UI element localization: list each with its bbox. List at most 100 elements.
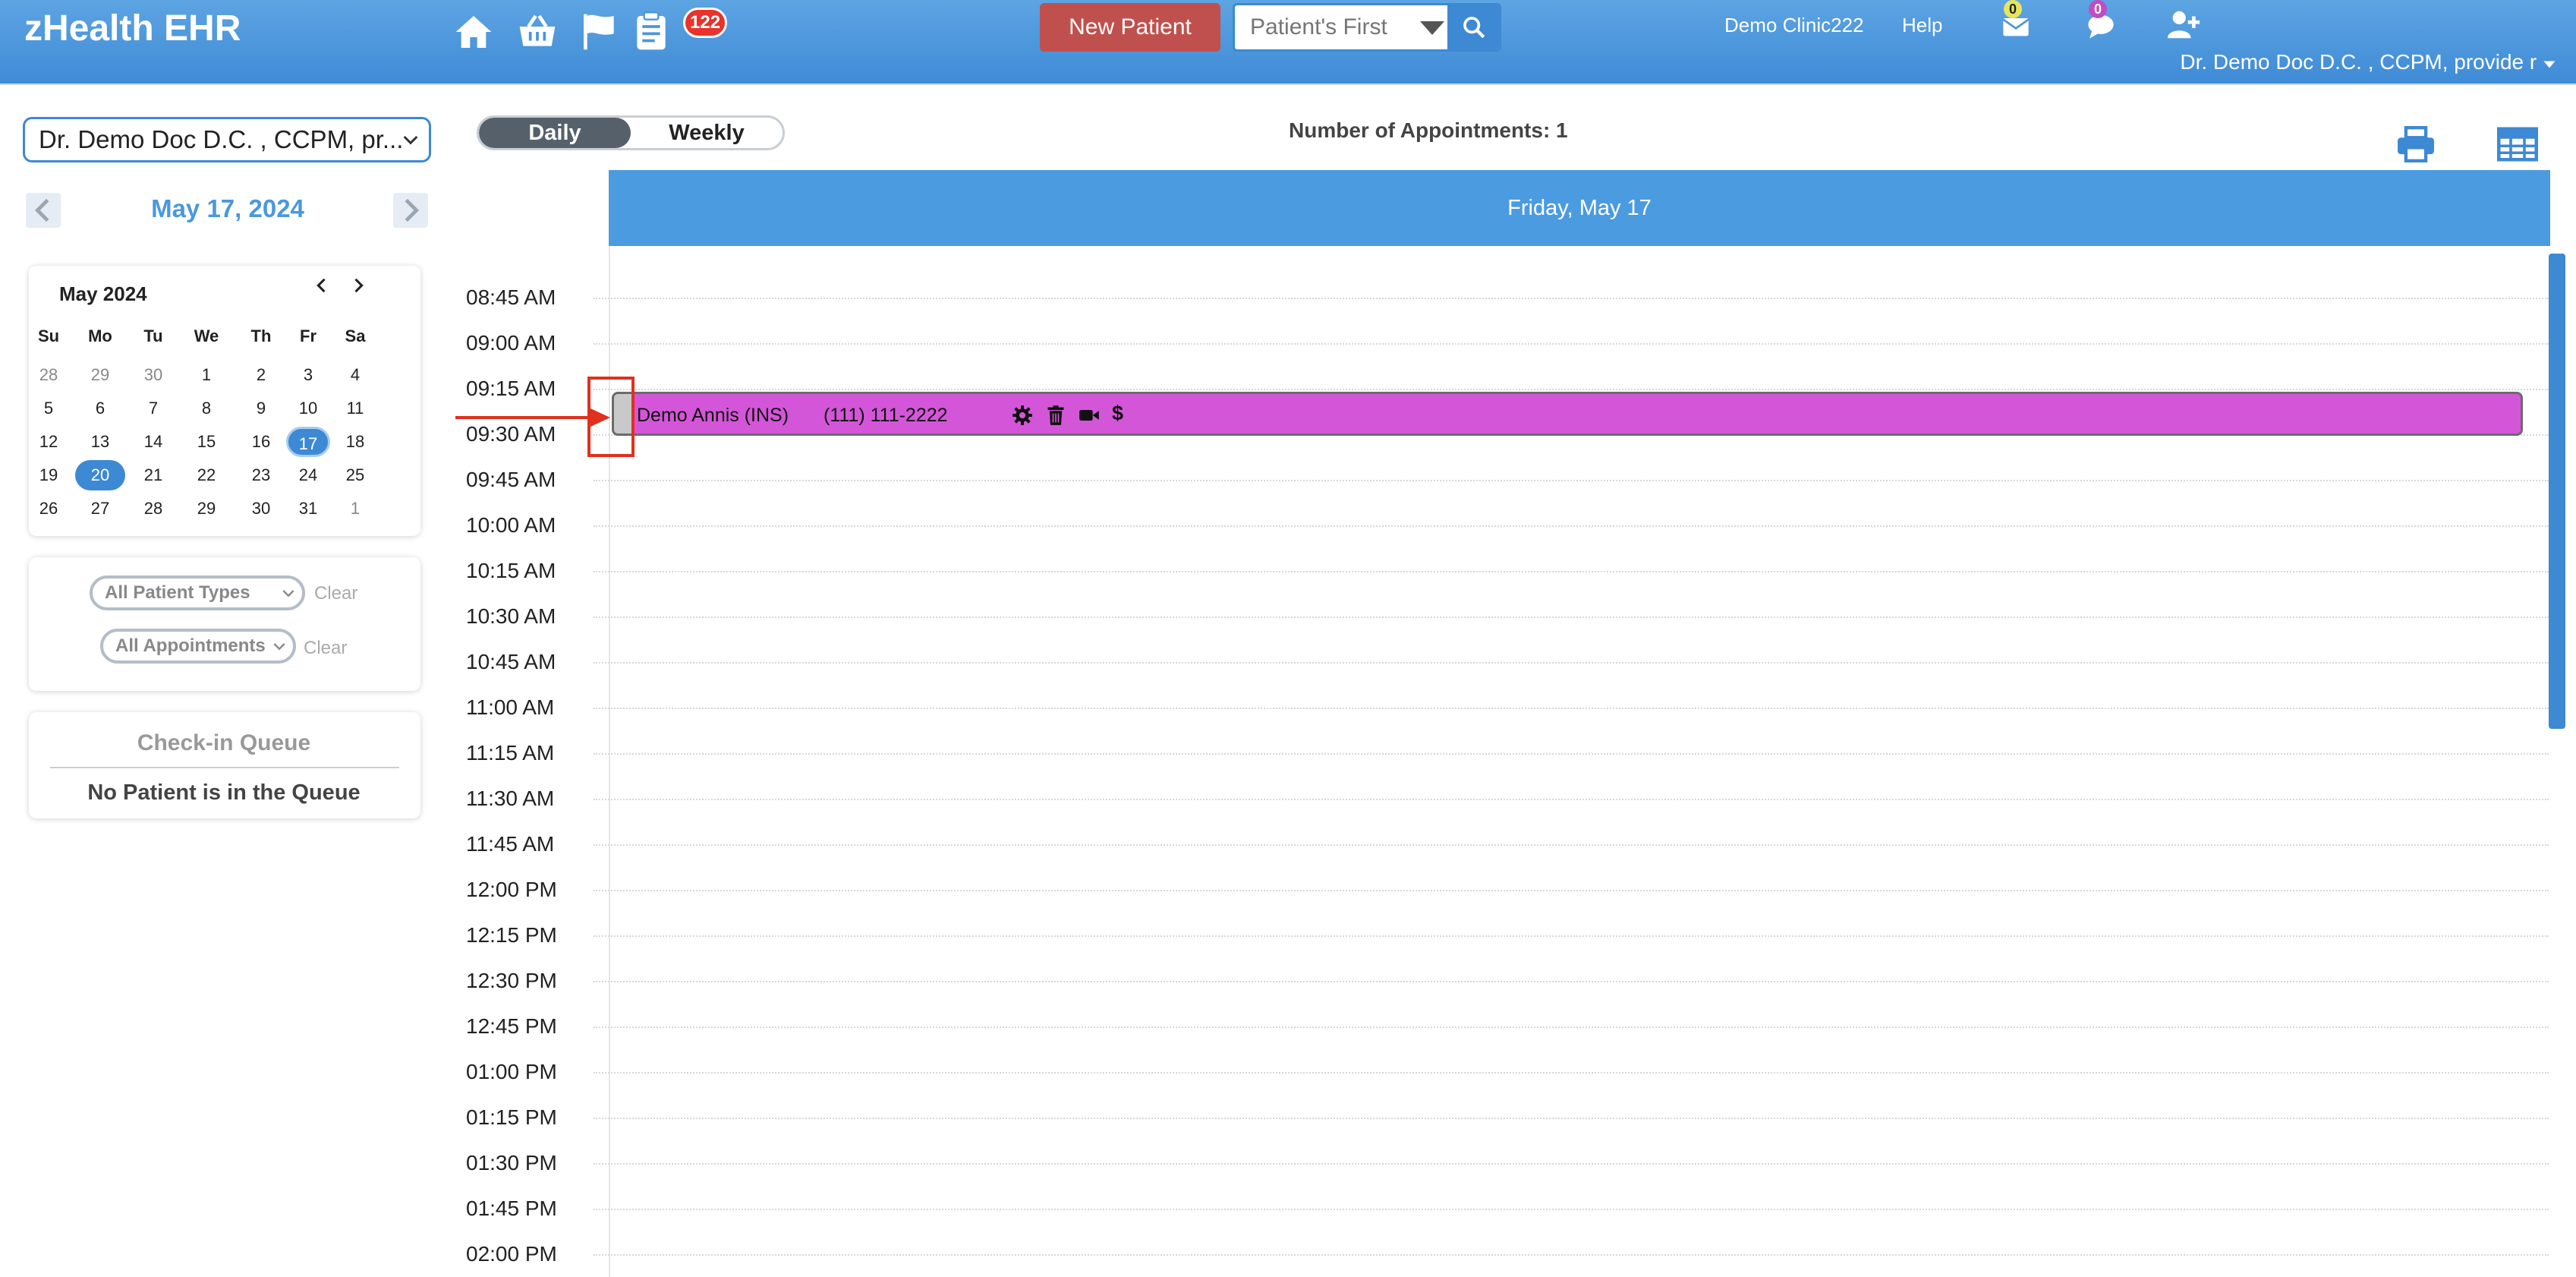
clear-patient-types[interactable]: Clear <box>314 583 357 604</box>
time-slot-label: 09:30 AM <box>466 422 556 446</box>
search-icon <box>1463 17 1485 39</box>
calendar-day[interactable]: 22 <box>184 460 229 490</box>
calendar-day[interactable]: 8 <box>184 393 229 424</box>
calendar-day[interactable]: 18 <box>332 427 378 457</box>
calendar-day[interactable]: 26 <box>26 493 71 524</box>
patient-search-input[interactable] <box>1235 5 1414 49</box>
time-slot-line <box>594 1209 2549 1210</box>
calendar-day[interactable]: 15 <box>184 427 229 457</box>
calendar-day[interactable]: 11 <box>332 393 378 424</box>
daily-view-tab[interactable]: Daily <box>479 118 631 148</box>
calendar-next-month[interactable] <box>348 275 369 296</box>
time-slot-label: 09:00 AM <box>466 331 556 355</box>
prev-day-button[interactable] <box>26 193 61 228</box>
calendar-day[interactable]: 27 <box>77 493 123 524</box>
time-slot-label: 01:30 PM <box>466 1151 557 1175</box>
calendar-day[interactable]: 30 <box>131 360 176 390</box>
calendar-day[interactable]: 5 <box>26 393 71 424</box>
clinic-name[interactable]: Demo Clinic222 <box>1724 14 1864 37</box>
flag-icon[interactable] <box>578 11 621 53</box>
gear-icon[interactable] <box>1012 405 1033 426</box>
time-slot-line <box>594 844 2549 846</box>
calendar-day[interactable]: 17 <box>286 427 330 457</box>
trash-icon[interactable] <box>1045 405 1066 426</box>
video-icon[interactable] <box>1079 405 1100 426</box>
patient-search <box>1233 3 1501 52</box>
calendar-day[interactable]: 14 <box>131 427 176 457</box>
add-user-icon[interactable] <box>2166 8 2201 43</box>
time-slot-label: 09:45 AM <box>466 468 556 491</box>
clipboard-icon[interactable] <box>630 11 672 53</box>
home-icon[interactable] <box>452 11 495 53</box>
basket-icon[interactable] <box>516 11 559 53</box>
calendar-day[interactable]: 12 <box>26 427 71 457</box>
chevron-down-icon <box>403 135 418 145</box>
next-day-button[interactable] <box>393 193 428 228</box>
calendar-day[interactable]: 28 <box>131 493 176 524</box>
calendar-day[interactable]: 30 <box>238 493 284 524</box>
clear-appointments[interactable]: Clear <box>304 638 347 659</box>
calendar-day[interactable]: 25 <box>332 460 378 490</box>
dollar-icon[interactable]: $ <box>1112 402 1133 424</box>
calendar-day[interactable]: 1 <box>332 493 378 524</box>
calendar-day[interactable]: 21 <box>131 460 176 490</box>
time-slot-line <box>594 1072 2549 1074</box>
time-slot-line <box>594 1026 2549 1028</box>
schedule-scrollbar[interactable] <box>2549 254 2565 729</box>
chevron-right-icon <box>405 198 420 222</box>
caret-down-icon <box>2543 61 2556 68</box>
weekly-view-tab[interactable]: Weekly <box>631 118 783 148</box>
calendar-day[interactable]: 29 <box>77 360 123 390</box>
new-patient-button[interactable]: New Patient <box>1040 3 1220 52</box>
calendar-day[interactable]: 28 <box>26 360 71 390</box>
pointer-arrow-line <box>455 416 600 419</box>
calendar-day[interactable]: 23 <box>238 460 284 490</box>
time-slot-label: 10:45 AM <box>466 650 556 673</box>
calendar-weekday: Su <box>37 326 60 345</box>
calendar-day[interactable]: 2 <box>238 360 284 390</box>
patient-types-value: All Patient Types <box>105 582 250 603</box>
calendar-weekday: Tu <box>143 326 163 345</box>
notification-badge[interactable]: 122 <box>683 8 728 38</box>
time-slot-label: 12:30 PM <box>466 969 557 992</box>
appointment-block[interactable]: Demo Annis (INS) (111) 111-2222 $ <box>612 392 2523 436</box>
time-slot-label: 11:45 AM <box>466 832 555 856</box>
calendar-day[interactable]: 20 <box>75 460 125 490</box>
appointments-value: All Appointments <box>115 635 266 656</box>
chevron-down-icon <box>282 590 294 598</box>
print-icon[interactable] <box>2395 126 2436 162</box>
provider-select[interactable]: Dr. Demo Doc D.C. , CCPM, pr... <box>23 117 431 162</box>
calendar-day[interactable]: 7 <box>131 393 176 424</box>
app-title[interactable]: zHealth EHR <box>24 8 241 49</box>
calendar-day[interactable]: 31 <box>285 493 331 524</box>
calendar-day[interactable]: 29 <box>184 493 229 524</box>
grid-view-icon[interactable] <box>2497 126 2538 162</box>
calendar-day[interactable]: 13 <box>77 427 123 457</box>
calendar-day[interactable]: 24 <box>285 460 331 490</box>
appointment-patient-name[interactable]: Demo Annis (INS) <box>637 405 789 427</box>
calendar-weekday: We <box>194 326 219 345</box>
user-menu[interactable]: Dr. Demo Doc D.C. , CCPM, provide r <box>2180 50 2556 74</box>
user-name-label: Dr. Demo Doc D.C. , CCPM, provide r <box>2180 50 2537 74</box>
calendar-day[interactable]: 1 <box>184 360 229 390</box>
appointment-count: Number of Appointments: 1 <box>1289 118 1568 142</box>
calendar-day[interactable]: 4 <box>332 360 378 390</box>
appointment-phone: (111) 111-2222 <box>824 405 948 426</box>
patient-types-select[interactable]: All Patient Types <box>90 575 305 610</box>
calendar-prev-month[interactable] <box>311 275 332 296</box>
calendar-day[interactable]: 3 <box>285 360 331 390</box>
calendar-day[interactable]: 19 <box>26 460 71 490</box>
chevron-left-icon <box>316 278 326 293</box>
time-slot-label: 09:15 AM <box>466 377 556 400</box>
calendar-day[interactable]: 16 <box>238 427 284 457</box>
calendar-day[interactable]: 10 <box>285 393 331 424</box>
chevron-right-icon <box>354 278 364 293</box>
appointments-select[interactable]: All Appointments <box>100 629 296 664</box>
time-slot-line <box>594 890 2549 891</box>
calendar-day[interactable]: 6 <box>77 393 123 424</box>
caret-down-icon[interactable] <box>1417 16 1447 39</box>
time-slot-label: 11:15 AM <box>466 741 555 765</box>
search-button[interactable] <box>1447 5 1499 49</box>
help-link[interactable]: Help <box>1902 14 1942 37</box>
calendar-day[interactable]: 9 <box>238 393 284 424</box>
